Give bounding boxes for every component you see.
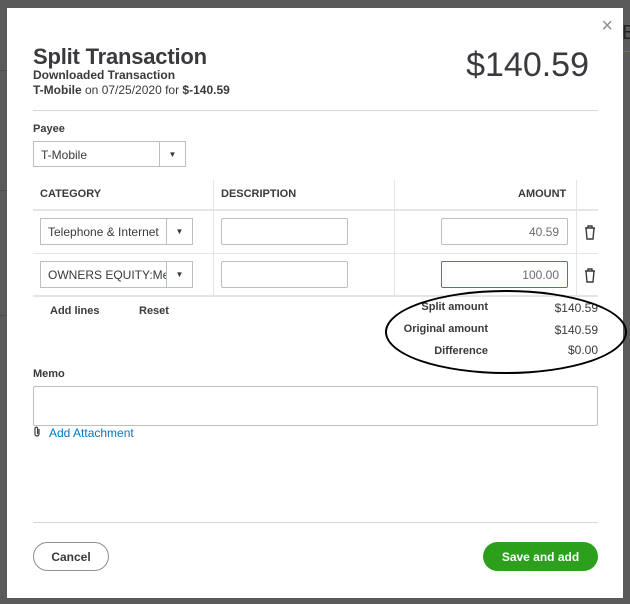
header-description: DESCRIPTION xyxy=(221,188,297,200)
payee-name: T-Mobile xyxy=(33,83,82,97)
payee-label: Payee xyxy=(33,123,65,135)
amount-input[interactable]: 100.00 xyxy=(441,261,568,288)
split-transaction-dialog: × Split Transaction Downloaded Transacti… xyxy=(7,8,627,598)
footer-divider xyxy=(33,522,598,523)
memo-input[interactable] xyxy=(33,386,598,426)
background-text: B xyxy=(622,22,630,44)
chevron-down-icon[interactable]: ▼ xyxy=(166,219,192,244)
category-value: Telephone & Internet xyxy=(48,225,159,239)
trash-icon[interactable] xyxy=(583,224,597,240)
chevron-down-icon[interactable]: ▼ xyxy=(166,262,192,287)
payee-select[interactable]: T-Mobile ▼ xyxy=(33,141,186,167)
total-amount: $140.59 xyxy=(466,46,589,84)
annotation-ellipse xyxy=(385,290,627,374)
row-divider xyxy=(33,253,598,254)
transaction-date: on 07/25/2020 for xyxy=(81,83,183,97)
chevron-down-icon[interactable]: ▼ xyxy=(159,142,185,166)
add-lines-button[interactable]: Add lines xyxy=(50,305,100,317)
category-select[interactable]: Telephone & Internet ▼ xyxy=(40,218,193,245)
transaction-amount: $-140.59 xyxy=(182,83,230,97)
description-input[interactable] xyxy=(221,261,348,288)
save-and-add-button[interactable]: Save and add xyxy=(483,542,598,571)
add-attachment-label: Add Attachment xyxy=(49,426,134,440)
dialog-title: Split Transaction xyxy=(33,44,207,69)
table-header-divider xyxy=(33,209,598,211)
column-divider xyxy=(394,180,395,296)
category-value: OWNERS EQUITY:Me xyxy=(48,268,166,282)
header-amount: AMOUNT xyxy=(518,188,567,200)
add-attachment-link[interactable]: Add Attachment xyxy=(33,426,134,440)
dialog-subtitle: Downloaded Transaction xyxy=(33,68,176,82)
transaction-meta: T-Mobile on 07/25/2020 for $-140.59 xyxy=(33,83,230,97)
cancel-button[interactable]: Cancel xyxy=(33,542,109,571)
description-input[interactable] xyxy=(221,218,348,245)
header-category: CATEGORY xyxy=(40,188,102,200)
column-divider xyxy=(576,180,577,296)
trash-icon[interactable] xyxy=(583,267,597,283)
reset-button[interactable]: Reset xyxy=(139,305,169,317)
memo-label: Memo xyxy=(33,368,65,380)
column-divider xyxy=(213,180,214,296)
payee-value: T-Mobile xyxy=(41,148,88,162)
category-select[interactable]: OWNERS EQUITY:Me ▼ xyxy=(40,261,193,288)
header-divider xyxy=(33,110,598,111)
amount-input[interactable]: 40.59 xyxy=(441,218,568,245)
paperclip-icon xyxy=(33,426,41,440)
close-icon[interactable]: × xyxy=(601,16,613,36)
